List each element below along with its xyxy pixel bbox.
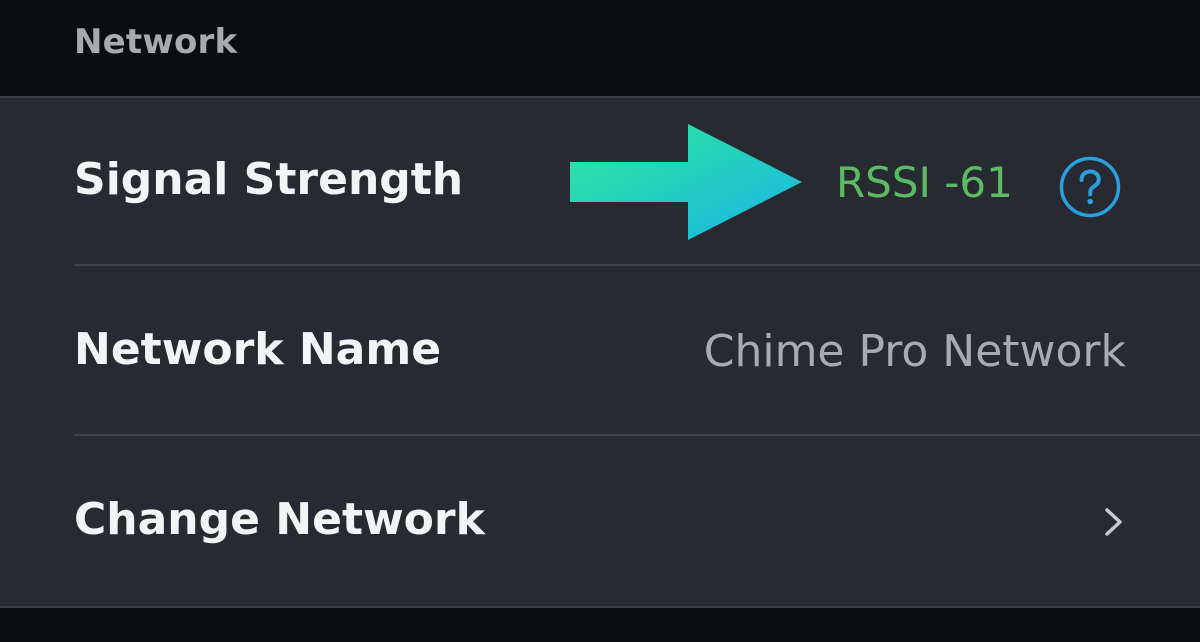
row-divider	[74, 264, 1200, 266]
section-title: Network	[74, 22, 238, 62]
network-name-value: Chime Pro Network	[703, 326, 1126, 377]
signal-strength-value: RSSI -61	[836, 158, 1013, 207]
signal-strength-row: Signal Strength RSSI -61	[0, 98, 1200, 266]
network-settings-screen: Network Signal Strength RSSI -61 Network…	[0, 0, 1200, 642]
help-circle-icon[interactable]	[1058, 155, 1122, 219]
chevron-right-icon	[1105, 508, 1122, 536]
network-settings-card: Signal Strength RSSI -61 Network Name Ch…	[0, 96, 1200, 608]
network-name-label: Network Name	[74, 324, 442, 375]
change-network-label: Change Network	[74, 494, 485, 545]
arrow-right-icon	[570, 124, 802, 240]
row-divider	[74, 434, 1200, 436]
signal-strength-label: Signal Strength	[74, 154, 464, 205]
change-network-row[interactable]: Change Network	[0, 438, 1200, 606]
section-header: Network	[0, 0, 1200, 96]
network-name-row: Network Name Chime Pro Network	[0, 268, 1200, 436]
bottom-strip	[0, 608, 1200, 642]
